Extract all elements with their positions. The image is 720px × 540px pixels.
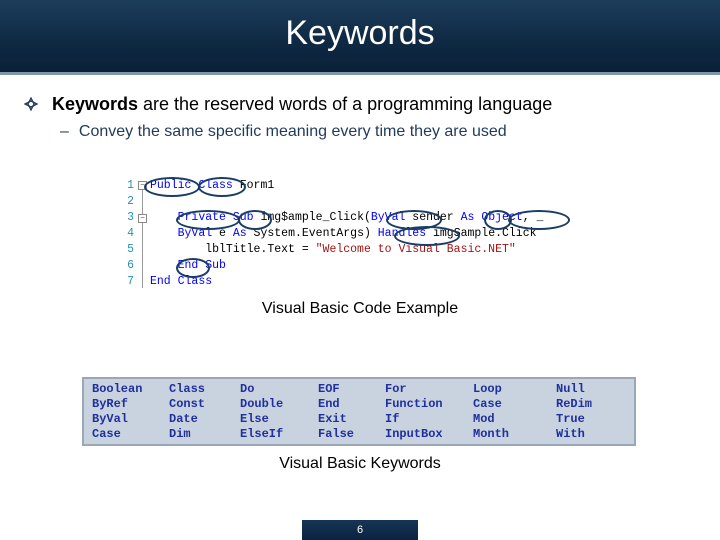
line-number: 4 — [127, 227, 134, 240]
keyword-cell: Boolean — [92, 382, 143, 396]
title-bar: Keywords — [0, 0, 720, 75]
keyword-cell: Const — [169, 397, 206, 411]
keyword-cell: Null — [556, 382, 585, 396]
fold-marker-icon: − — [138, 214, 147, 223]
code-keyword: As — [460, 211, 475, 224]
keyword-cell: Mod — [473, 412, 495, 426]
code-text: lblTitle.Text = "Welcome to Visual Basic… — [150, 242, 516, 258]
keywords-table: Boolean ByRef ByVal Case Class Const Date Dim Do… — [82, 377, 636, 446]
keyword-cell: End — [318, 397, 340, 411]
line-number: 3 — [127, 211, 134, 224]
sub-bullet: – Convey the same specific meaning every … — [60, 123, 507, 141]
keyword-cell: ReDim — [556, 397, 593, 411]
keyword-cell: Function — [385, 397, 443, 411]
keyword-cell: EOF — [318, 382, 340, 396]
keyword-highlight-ellipse — [198, 177, 246, 197]
keyword-highlight-ellipse — [176, 258, 210, 278]
keyword-cell: For — [385, 382, 407, 396]
code-token: lblTitle.Text = — [150, 243, 316, 256]
keyword-cell: Month — [473, 427, 510, 441]
keyword-cell: Case — [92, 427, 121, 441]
slide-title: Keywords — [285, 14, 435, 52]
keyword-highlight-ellipse — [144, 177, 200, 197]
page-footer: 6 — [302, 520, 418, 540]
keyword-cell: InputBox — [385, 427, 443, 441]
bullet-rest: are the reserved words of a programming … — [138, 94, 553, 114]
sub-bullet-dash: – — [60, 123, 69, 140]
keyword-cell: ByVal — [92, 412, 129, 426]
keyword-cell: Case — [473, 397, 502, 411]
keyword-cell: False — [318, 427, 355, 441]
keyword-cell: Dim — [169, 427, 191, 441]
bullet-bold-term: Keywords — [52, 94, 139, 114]
line-number: 5 — [127, 243, 134, 256]
code-caption: Visual Basic Code Example — [261, 300, 459, 317]
keyword-highlight-ellipse — [508, 210, 570, 230]
keyword-cell: Loop — [473, 382, 502, 396]
keyword-highlight-ellipse — [238, 210, 272, 230]
code-example: − − 1 Public Class Form1 2 3 Private Sub im… — [122, 176, 592, 288]
keyword-cell: If — [385, 412, 400, 426]
keywords-caption: Visual Basic Keywords — [279, 455, 441, 472]
keyword-cell: With — [556, 427, 585, 441]
code-keyword: As — [232, 227, 247, 240]
keyword-cell: Exit — [318, 412, 347, 426]
line-number: 7 — [127, 275, 134, 288]
diamond-bullet-icon — [24, 97, 38, 111]
keyword-cell: True — [556, 412, 585, 426]
keyword-cell: Double — [240, 397, 284, 411]
code-token: System.EventArgs) — [246, 227, 378, 240]
code-gutter-line — [142, 184, 143, 288]
main-bullet: Keywords are the reserved words of a pro… — [52, 94, 552, 115]
line-number: 1 — [127, 179, 134, 192]
sub-bullet-text: Convey the same specific meaning every t… — [78, 123, 507, 140]
line-number: 2 — [127, 195, 134, 208]
keyword-highlight-ellipse — [394, 226, 460, 246]
page-number: 6 — [356, 524, 364, 536]
keyword-cell: Do — [240, 382, 255, 396]
line-number: 6 — [127, 259, 134, 272]
code-text: End Class — [150, 274, 212, 290]
keyword-cell: Else — [240, 412, 269, 426]
code-keyword: End — [150, 275, 171, 288]
keyword-highlight-ellipse — [176, 210, 240, 230]
keyword-cell: Class — [169, 382, 206, 396]
keyword-cell: Date — [169, 412, 198, 426]
keyword-cell: ElseIf — [240, 427, 284, 441]
keyword-cell: ByRef — [92, 397, 129, 411]
